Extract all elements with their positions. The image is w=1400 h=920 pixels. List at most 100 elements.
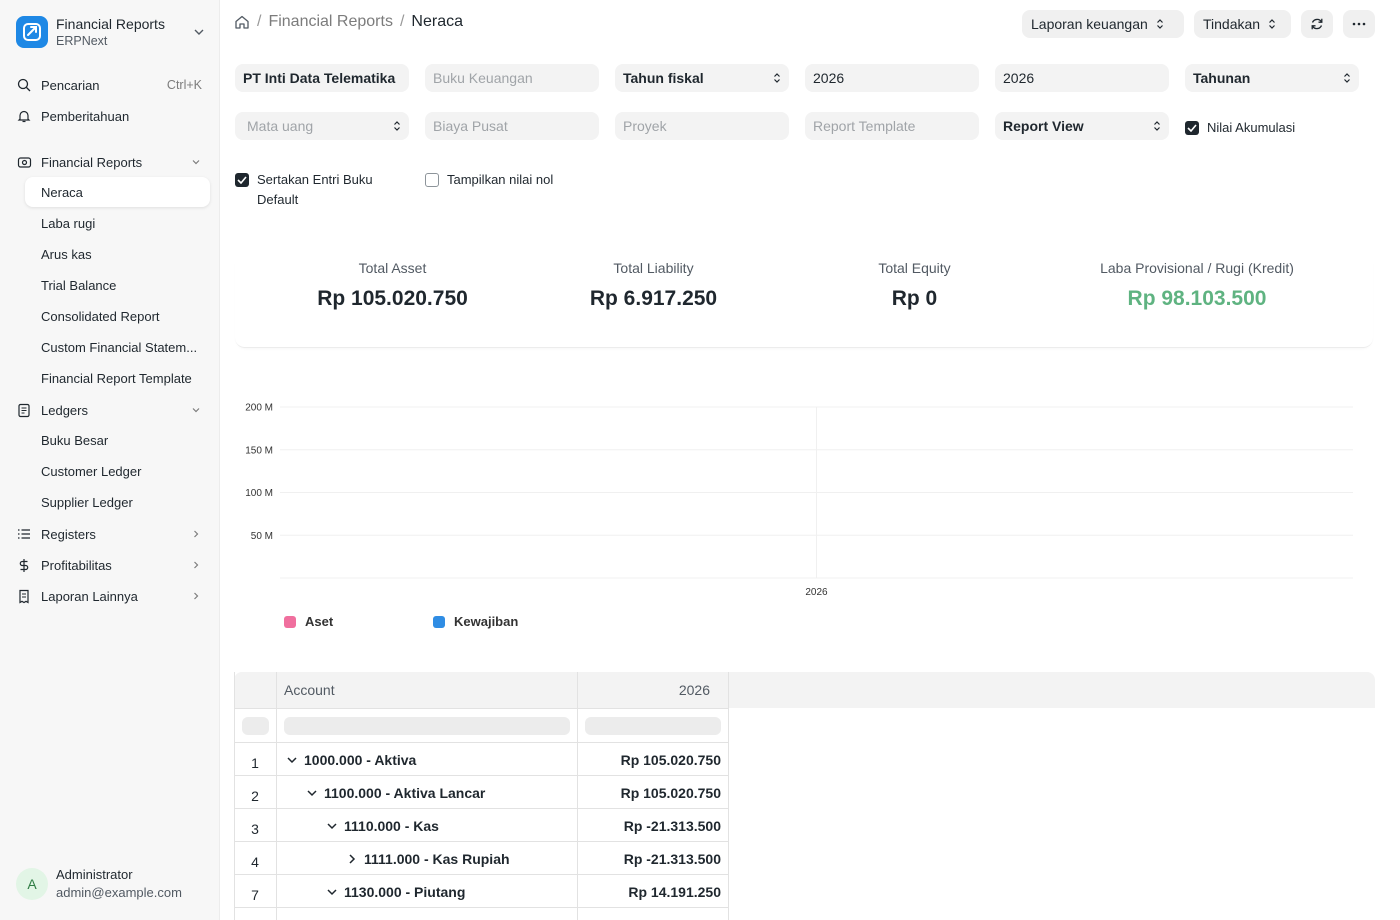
sidebar-group-laporan-lainnya[interactable]: Laporan Lainnya	[8, 581, 212, 611]
company-value: PT Inti Data Telematika	[243, 70, 396, 86]
report-menu-label: Laporan keuangan	[1031, 16, 1148, 32]
row-number: 7	[251, 887, 259, 903]
view-select[interactable]: Report View	[995, 112, 1169, 140]
sidebar-item-arus-kas[interactable]: Arus kas	[25, 239, 210, 269]
chevron-down-icon[interactable]	[306, 787, 318, 799]
app-subtitle: ERPNext	[56, 33, 108, 48]
search-button[interactable]: Pencarian Ctrl+K	[8, 70, 212, 100]
periodicity-value: Tahunan	[1193, 70, 1251, 86]
notifications-button[interactable]: Pemberitahuan	[8, 101, 212, 131]
sidebar-item-label: Laba rugi	[41, 215, 96, 231]
sidebar-group-registers[interactable]: Registers	[8, 519, 212, 549]
sidebar-group-profitabilitas[interactable]: Profitabilitas	[8, 550, 212, 580]
search-label: Pencarian	[41, 77, 100, 93]
more-button[interactable]	[1343, 10, 1375, 38]
to-year-field[interactable]: 2026	[995, 64, 1169, 92]
chevron-down-icon	[194, 29, 204, 35]
table-row-account[interactable]: 1100.000 - Aktiva Lancar	[306, 785, 485, 801]
summary-value: Rp 105.020.750	[317, 287, 468, 310]
search-icon	[16, 77, 32, 93]
sidebar-item-trial-balance[interactable]: Trial Balance	[25, 270, 210, 300]
user-email: admin@example.com	[56, 885, 182, 900]
from-year-field[interactable]: 2026	[805, 64, 979, 92]
summary-label: Total Liability	[613, 260, 694, 276]
chevron-down-icon	[192, 408, 200, 413]
user-menu[interactable]: A Administrator admin@example.com	[16, 866, 182, 902]
sidebar-group-ledgers[interactable]: Ledgers	[8, 395, 212, 425]
project-placeholder: Proyek	[623, 118, 667, 134]
table-row-account[interactable]: 1000.000 - Aktiva	[286, 752, 416, 768]
home-icon[interactable]	[234, 14, 250, 30]
summary-total-equity: Total Equity Rp 0	[797, 258, 1032, 312]
summary-value: Rp 98.103.500	[1127, 287, 1267, 310]
table-row-account[interactable]: 1111.000 - Kas Rupiah	[346, 851, 510, 867]
column-header-2026[interactable]: 2026	[578, 682, 710, 698]
account-filter-input[interactable]	[284, 717, 570, 735]
row-number: 4	[251, 854, 259, 870]
company-field[interactable]: PT Inti Data Telematika	[235, 64, 409, 92]
table-row-value: Rp 105.020.750	[620, 785, 721, 801]
sidebar-item-customer-ledger[interactable]: Customer Ledger	[25, 456, 210, 486]
include-default-checkbox[interactable]: Sertakan Entri Buku Default	[235, 170, 373, 210]
table-row-account[interactable]: 1110.000 - Kas	[326, 818, 439, 834]
row-filter-input[interactable]	[242, 717, 269, 735]
include-default-label-line1: Sertakan Entri Buku	[257, 172, 373, 187]
periodicity-select[interactable]: Tahunan	[1185, 64, 1359, 92]
sidebar-item-supplier-ledger[interactable]: Supplier Ledger	[25, 487, 210, 517]
chevron-down-icon[interactable]	[326, 820, 338, 832]
account-name: 1110.000 - Kas	[344, 818, 439, 834]
app-switcher[interactable]: Financial Reports ERPNext	[16, 14, 206, 50]
sidebar-item-label: Arus kas	[41, 246, 92, 262]
cost-center-placeholder: Biaya Pusat	[433, 118, 508, 134]
column-divider	[728, 672, 729, 920]
finance-book-field[interactable]: Buku Keuangan	[425, 64, 599, 92]
summary-total-asset: Total Asset Rp 105.020.750	[275, 258, 510, 312]
table-row-value: Rp -21.313.500	[623, 818, 721, 834]
row-divider	[234, 841, 728, 842]
report-template-placeholder: Report Template	[813, 118, 916, 134]
from-year-value: 2026	[813, 70, 845, 86]
app-logo-icon	[16, 16, 48, 48]
value-filter-input[interactable]	[585, 717, 721, 735]
breadcrumb-financial-reports[interactable]: Financial Reports	[268, 13, 393, 31]
refresh-button[interactable]	[1301, 10, 1333, 38]
chart-y-tick-label: 50 M	[251, 531, 273, 542]
report-menu-button[interactable]: Laporan keuangan	[1022, 10, 1184, 38]
legend-swatch	[433, 615, 445, 628]
sidebar-item-laba-rugi[interactable]: Laba rugi	[25, 208, 210, 238]
row-number: 2	[251, 788, 259, 804]
period-type-select[interactable]: Tahun fiskal	[615, 64, 789, 92]
account-name: 1130.000 - Piutang	[344, 884, 466, 900]
chevron-down-icon[interactable]	[286, 754, 298, 766]
legend-swatch	[284, 615, 296, 628]
chart-y-tick-label: 100 M	[245, 488, 273, 499]
currency-placeholder: Mata uang	[247, 118, 314, 134]
sidebar-item-neraca[interactable]: Neraca	[25, 177, 210, 207]
table-row-account[interactable]: 1130.000 - Piutang	[326, 884, 465, 900]
currency-select[interactable]: Mata uang	[235, 112, 409, 140]
search-shortcut: Ctrl+K	[166, 78, 202, 92]
table-row-value: Rp -21.313.500	[623, 851, 721, 867]
accumulated-checkbox[interactable]: Nilai Akumulasi	[1185, 118, 1295, 138]
actions-label: Tindakan	[1203, 16, 1261, 32]
sidebar-item-buku-besar[interactable]: Buku Besar	[25, 425, 210, 455]
sidebar-item-financial-report-template[interactable]: Financial Report Template	[25, 363, 210, 393]
column-header-account[interactable]: Account	[284, 682, 335, 698]
project-field[interactable]: Proyek	[615, 112, 789, 140]
actions-button[interactable]: Tindakan	[1194, 10, 1291, 38]
receipt-icon	[16, 588, 32, 604]
sidebar-item-consolidated-report[interactable]: Consolidated Report	[25, 301, 210, 331]
chart-y-tick-label: 150 M	[245, 445, 273, 456]
chevron-right-icon[interactable]	[346, 853, 358, 865]
sidebar-group-label: Profitabilitas	[41, 557, 112, 573]
account-name: 1000.000 - Aktiva	[304, 752, 417, 768]
legend-item-aset[interactable]: Aset	[284, 614, 333, 629]
sidebar-group-financial-reports[interactable]: Financial Reports	[8, 147, 212, 177]
cost-center-field[interactable]: Biaya Pusat	[425, 112, 599, 140]
legend-item-kewajiban[interactable]: Kewajiban	[433, 614, 518, 629]
show-zero-checkbox[interactable]: Tampilkan nilai nol	[425, 170, 553, 190]
row-divider	[234, 708, 728, 709]
report-template-field[interactable]: Report Template	[805, 112, 979, 140]
sidebar-item-custom-financial-statement[interactable]: Custom Financial Statem...	[25, 332, 210, 362]
chevron-down-icon[interactable]	[326, 886, 338, 898]
